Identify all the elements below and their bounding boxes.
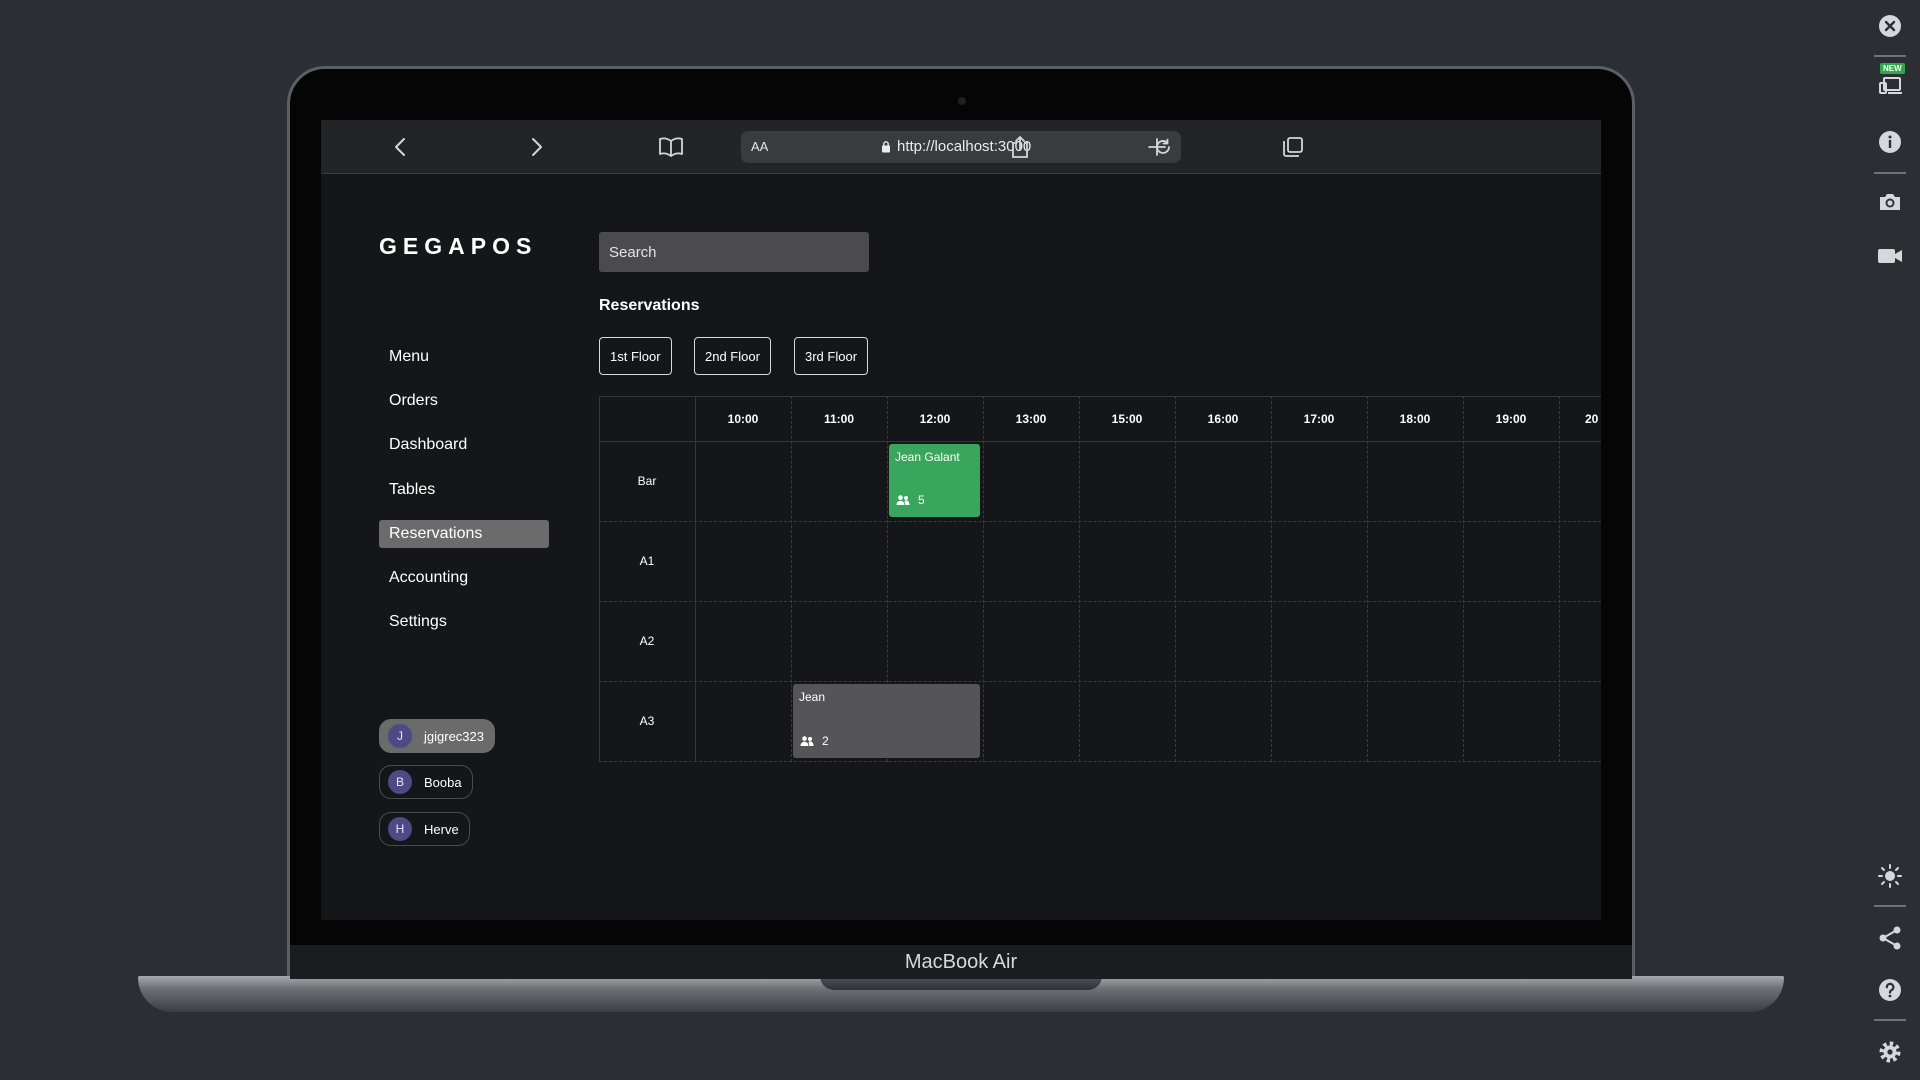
- grid-line: [695, 396, 696, 762]
- section-title: Reservations: [599, 297, 700, 314]
- rail-divider: [1874, 1019, 1906, 1021]
- grid-line: [599, 761, 1601, 762]
- video-camera-icon[interactable]: [1872, 238, 1908, 274]
- time-header: 19:00: [1495, 411, 1527, 426]
- bookmarks-icon[interactable]: [658, 134, 684, 160]
- floor-tab-2[interactable]: 2nd Floor: [694, 337, 771, 375]
- grid-line: [599, 681, 1601, 682]
- browser-toolbar: AA http://localhost:3000: [321, 120, 1601, 174]
- tool-rail: NEW: [1860, 0, 1920, 1080]
- reservation-name: Jean Galant: [895, 450, 960, 464]
- nav-item-tables[interactable]: Tables: [379, 476, 549, 504]
- search-input[interactable]: [599, 232, 869, 272]
- grid-line: [1175, 396, 1176, 762]
- back-icon[interactable]: [387, 134, 413, 160]
- address-bar[interactable]: AA http://localhost:3000: [741, 131, 1181, 163]
- new-tab-icon[interactable]: [1144, 134, 1170, 160]
- rail-divider: [1874, 55, 1906, 57]
- grid-line: [1559, 396, 1560, 762]
- settings-gear-icon[interactable]: [1872, 1034, 1908, 1070]
- time-header: 13:00: [1015, 411, 1047, 426]
- reservation-block[interactable]: Jean 2: [793, 684, 980, 758]
- reservation-name: Jean: [799, 690, 826, 704]
- rail-divider: [1874, 172, 1906, 174]
- new-badge: NEW: [1880, 63, 1905, 74]
- avatar: H: [388, 817, 412, 841]
- nav-item-settings[interactable]: Settings: [379, 608, 549, 636]
- grid-line: [1463, 396, 1464, 762]
- device-label: MacBook Air: [290, 945, 1632, 979]
- guests-icon: [896, 495, 910, 505]
- reservation-timeline: 10:00 11:00 12:00 13:00 15:00 16:00 17:0…: [599, 396, 1601, 762]
- user-chip[interactable]: H Herve: [379, 812, 470, 846]
- info-icon[interactable]: [1872, 124, 1908, 160]
- help-icon[interactable]: [1872, 972, 1908, 1008]
- grid-line: [1079, 396, 1080, 762]
- avatar: B: [388, 770, 412, 794]
- time-header: 18:00: [1399, 411, 1431, 426]
- brand-logo: GEGAPOS: [379, 233, 538, 259]
- user-chip[interactable]: J jgigrec323: [379, 719, 495, 753]
- guest-count-value: 5: [918, 493, 925, 507]
- user-chip[interactable]: B Booba: [379, 765, 473, 799]
- reservation-block[interactable]: Jean Galant 5: [889, 444, 980, 517]
- time-header: 15:00: [1111, 411, 1143, 426]
- floor-tab-1[interactable]: 1st Floor: [599, 337, 672, 375]
- grid-line: [1367, 396, 1368, 762]
- time-header: 20: [1585, 411, 1599, 426]
- floor-tab-3[interactable]: 3rd Floor: [794, 337, 869, 375]
- lock-icon: [882, 141, 890, 153]
- guest-count-value: 2: [822, 734, 829, 748]
- user-name: jgigrec323: [424, 728, 484, 744]
- forward-icon[interactable]: [524, 134, 550, 160]
- time-header: 12:00: [919, 411, 951, 426]
- time-header: 16:00: [1207, 411, 1239, 426]
- nav-item-accounting[interactable]: Accounting: [379, 564, 549, 592]
- share-icon[interactable]: [1872, 920, 1908, 956]
- rail-divider: [1874, 905, 1906, 907]
- grid-line: [1271, 396, 1272, 762]
- responsive-devices-icon[interactable]: NEW: [1872, 63, 1908, 100]
- share-sheet-icon[interactable]: [1007, 134, 1033, 160]
- time-header: 17:00: [1303, 411, 1335, 426]
- grid-line: [983, 396, 984, 762]
- nav-item-reservations[interactable]: Reservations: [379, 520, 549, 548]
- laptop-camera: [958, 97, 966, 105]
- grid-line: [791, 396, 792, 762]
- guests-icon: [800, 736, 814, 746]
- user-name: Herve: [424, 821, 459, 837]
- grid-line: [599, 601, 1601, 602]
- brightness-icon[interactable]: [1872, 858, 1908, 894]
- guest-count: 2: [800, 734, 829, 748]
- table-row-label: Bar: [637, 474, 657, 488]
- time-header: 11:00: [823, 411, 855, 426]
- tabs-overview-icon[interactable]: [1280, 134, 1306, 160]
- nav-item-orders[interactable]: Orders: [379, 387, 549, 415]
- nav-item-menu[interactable]: Menu: [379, 343, 549, 371]
- nav-item-dashboard[interactable]: Dashboard: [379, 431, 549, 459]
- user-name: Booba: [424, 774, 462, 790]
- laptop-screen: AA http://localhost:3000 GEGAPOS Menu Or…: [321, 120, 1601, 920]
- avatar: J: [388, 724, 412, 748]
- camera-icon[interactable]: [1872, 184, 1908, 220]
- table-row-label: A2: [639, 634, 655, 648]
- time-header: 10:00: [727, 411, 759, 426]
- table-row-label: A3: [639, 714, 655, 728]
- guest-count: 5: [896, 493, 925, 507]
- grid-line: [599, 441, 1601, 442]
- close-icon[interactable]: [1872, 8, 1908, 44]
- grid-line: [599, 521, 1601, 522]
- table-row-label: A1: [639, 554, 655, 568]
- text-size-button[interactable]: AA: [751, 139, 768, 154]
